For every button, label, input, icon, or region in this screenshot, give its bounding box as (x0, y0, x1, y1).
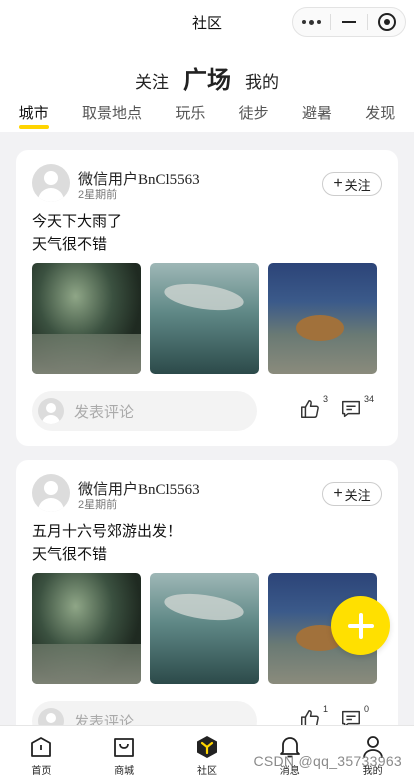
mini-program-capsule (292, 7, 406, 37)
plus-icon: + (333, 484, 343, 502)
minimize-button[interactable] (331, 8, 368, 36)
comment-placeholder: 发表评论 (74, 403, 135, 421)
category-tab-fun[interactable]: 玩乐 (175, 102, 205, 129)
avatar[interactable] (32, 474, 70, 512)
post-photo-forest-pool[interactable] (32, 263, 141, 374)
avatar[interactable] (32, 164, 70, 202)
main-tabs: 关注 广场 我的 (0, 60, 414, 95)
community-header: 关注 广场 我的 城市 取景地点 玩乐 徒步 避暑 发现 (0, 44, 414, 132)
community-hexagon-icon (196, 736, 217, 758)
post-card: 微信用户BnCl5563 2星期前 + 关注 今天下大雨了 天气很不错 发表评论… (16, 150, 398, 446)
tab-square[interactable]: 广场 (183, 60, 231, 95)
post-time: 2星期前 (78, 499, 118, 511)
post-line: 今天下大雨了 (32, 213, 123, 230)
like-button[interactable]: 3 (299, 394, 328, 420)
shopping-bag-icon (114, 738, 135, 757)
post-photo-aquarium-fish[interactable] (150, 573, 259, 684)
tab-mall[interactable]: 商城 (83, 726, 166, 780)
more-menu-button[interactable] (293, 8, 330, 36)
avatar (38, 398, 64, 424)
category-tab-hiking[interactable]: 徒步 (239, 102, 269, 129)
plus-icon: + (333, 174, 343, 192)
comment-count: 34 (364, 394, 375, 404)
category-tab-summer-retreat[interactable]: 避暑 (302, 102, 332, 129)
post-text: 五月十六号郊游出发！ 天气很不错 (32, 520, 182, 566)
watermark-text: CSDN @qq_35733963 (253, 753, 402, 769)
post-line: 五月十六号郊游出发！ (32, 523, 183, 540)
post-photos (32, 263, 377, 374)
close-program-button[interactable] (368, 8, 405, 36)
create-post-button[interactable] (331, 596, 390, 655)
post-photo-aquarium-fish[interactable] (150, 263, 259, 374)
category-tab-discover[interactable]: 发现 (365, 102, 395, 129)
tab-label: 社区 (196, 766, 217, 777)
follow-label: 关注 (344, 487, 371, 503)
like-count: 3 (323, 394, 329, 404)
post-photo-capybara-exhibit[interactable] (268, 263, 377, 374)
post-time: 2星期前 (78, 189, 118, 201)
comment-bubble-icon (342, 400, 360, 418)
tab-community[interactable]: 社区 (166, 726, 249, 780)
post-text: 今天下大雨了 天气很不错 (32, 210, 122, 256)
category-tab-city[interactable]: 城市 (18, 102, 49, 129)
tab-label: 首页 (31, 766, 52, 777)
post-line: 天气很不错 (32, 236, 108, 253)
minus-icon (342, 21, 356, 23)
tab-following[interactable]: 关注 (135, 68, 169, 93)
tab-label: 商城 (114, 766, 135, 777)
post-line: 天气很不错 (32, 546, 108, 563)
more-dots-icon (301, 19, 321, 25)
target-circle-icon (377, 13, 396, 31)
top-navigation-bar: 社区 (0, 0, 414, 44)
tab-home[interactable]: 首页 (0, 726, 83, 780)
category-tab-photo-spots[interactable]: 取景地点 (82, 102, 142, 129)
comment-input[interactable]: 发表评论 (32, 391, 257, 431)
thumbs-up-icon (301, 400, 319, 418)
tab-mine[interactable]: 我的 (245, 68, 279, 93)
post-photo-forest-pool[interactable] (32, 573, 141, 684)
home-icon (31, 737, 52, 757)
follow-label: 关注 (344, 177, 371, 193)
follow-button[interactable]: + 关注 (322, 482, 382, 506)
post-photos (32, 573, 377, 684)
category-tabs: 城市 取景地点 玩乐 徒步 避暑 发现 (0, 102, 414, 129)
follow-button[interactable]: + 关注 (322, 172, 382, 196)
comment-button[interactable]: 34 (340, 394, 374, 420)
